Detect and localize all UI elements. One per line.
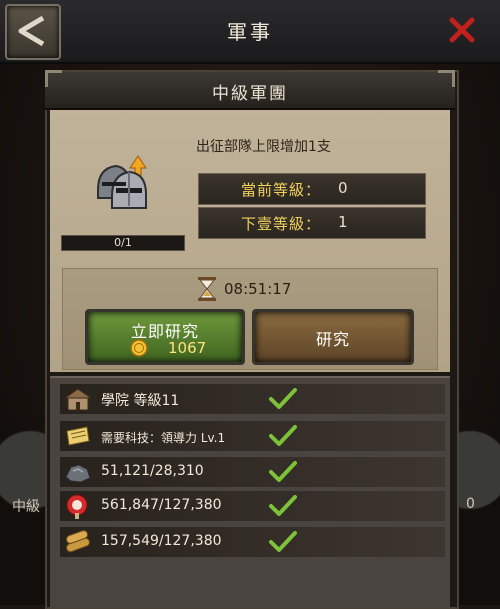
research-button-label: 研究 — [315, 330, 350, 349]
current-level-box: 當前等級： 0 — [198, 173, 426, 205]
tech-scroll-icon — [66, 426, 90, 446]
hourglass-icon — [198, 277, 216, 301]
checkmark-icon — [269, 531, 297, 552]
next-level-value: 1 — [338, 213, 348, 231]
corner-ornament — [45, 70, 62, 87]
close-icon — [449, 17, 475, 43]
checkmark-icon — [269, 425, 297, 446]
checkmark-icon — [269, 388, 297, 409]
top-bar: 軍事 — [0, 0, 500, 64]
requirement-text: 157,549/127,380 — [101, 533, 222, 549]
panel-title: 中級軍團 — [212, 84, 288, 104]
requirement-row: 學院 等級11 — [60, 384, 445, 414]
academy-icon — [63, 388, 93, 411]
instant-research-cost: 1067 — [168, 339, 207, 357]
bonus-description: 出征部隊上限增加1支 — [196, 139, 331, 155]
panel-header: 中級軍團 — [45, 72, 455, 110]
next-level-box: 下壹等級： 1 — [198, 207, 426, 239]
requirement-row: 157,549/127,380 — [60, 527, 445, 557]
requirement-text: 需要科技：領導力 Lv.1 — [101, 431, 226, 445]
research-timer: 08:51:17 — [224, 280, 292, 298]
requirement-text: 學院 等級11 — [101, 393, 180, 409]
instant-research-button[interactable]: 立即研究 1067 — [85, 309, 245, 365]
food-icon — [66, 494, 88, 519]
requirement-row: 561,847/127,380 — [60, 491, 445, 521]
current-level-value: 0 — [338, 179, 348, 197]
requirement-text: 51,121/28,310 — [101, 463, 204, 479]
checkmark-icon — [269, 461, 297, 482]
upgrade-progress-bar: 0/1 — [61, 235, 185, 251]
instant-research-label: 立即研究 — [130, 322, 199, 341]
progress-text: 0/1 — [114, 236, 132, 249]
legion-helmet-icon — [97, 155, 147, 209]
checkmark-icon — [269, 495, 297, 516]
next-level-label: 下壹等級： — [241, 215, 322, 233]
iron-ore-icon — [65, 464, 91, 483]
gold-coin-icon — [130, 339, 148, 357]
requirement-text: 561,847/127,380 — [101, 497, 222, 513]
wood-icon — [65, 530, 91, 553]
close-button[interactable] — [444, 12, 480, 48]
current-level-label: 當前等級： — [241, 181, 322, 199]
requirement-row: 51,121/28,310 — [60, 457, 445, 487]
requirement-row: 需要科技：領導力 Lv.1 — [60, 421, 445, 451]
background-counter-label: 0 — [466, 496, 475, 512]
corner-ornament — [438, 70, 455, 87]
background-building-label: 中級 — [12, 499, 40, 515]
research-button[interactable]: 研究 — [252, 309, 414, 365]
page-title: 軍事 — [227, 20, 273, 44]
